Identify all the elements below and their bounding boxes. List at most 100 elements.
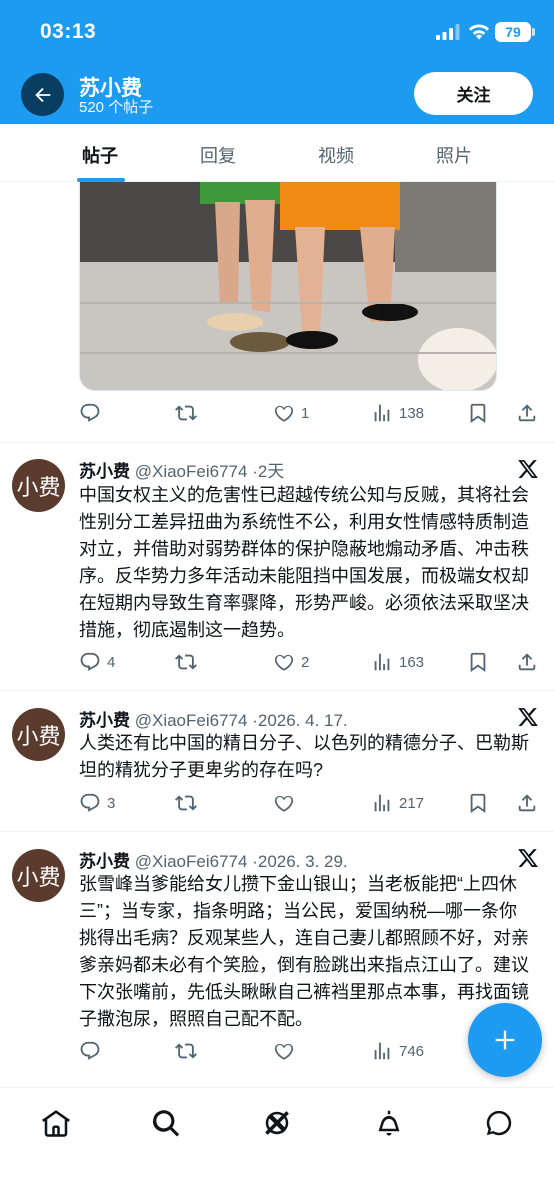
- tab-photos[interactable]: 照片: [436, 142, 472, 168]
- author-name[interactable]: 苏小费: [79, 711, 130, 730]
- repost-icon: [175, 651, 197, 673]
- repost-icon: [175, 402, 197, 424]
- repost-button[interactable]: [175, 1038, 197, 1064]
- post-time: 2026. 3. 29.: [257, 852, 348, 871]
- like-count: 1: [301, 404, 310, 422]
- reply-icon: [79, 792, 101, 814]
- reply-icon: [79, 651, 101, 673]
- status-time: 03:13: [40, 20, 97, 43]
- author-handle[interactable]: @XiaoFei6774: [135, 462, 248, 481]
- bookmark-icon: [467, 402, 489, 424]
- repost-button[interactable]: [175, 649, 197, 675]
- home-icon[interactable]: [41, 1108, 71, 1138]
- search-icon[interactable]: [151, 1108, 181, 1138]
- share-button[interactable]: [516, 790, 538, 816]
- bookmark-button[interactable]: [467, 400, 489, 426]
- bookmark-icon: [467, 651, 489, 673]
- like-button[interactable]: 2: [273, 649, 309, 675]
- post-text: 人类还有比中国的精日分子、以色列的精德分子、巴勒斯坦的精犹分子更卑劣的存在吗?: [79, 733, 529, 780]
- views-button[interactable]: 746: [371, 1038, 424, 1064]
- avatar[interactable]: 小费: [12, 849, 65, 902]
- post-text: 张雪峰当爹能给女儿攒下金山银山；当老板能把“上四休三”；当专家，指条明路；当公民…: [79, 874, 529, 1029]
- views-button[interactable]: 163: [371, 649, 424, 675]
- share-icon: [516, 651, 538, 673]
- divider: [0, 831, 554, 832]
- divider: [0, 690, 554, 691]
- repost-button[interactable]: [175, 790, 197, 816]
- reply-icon: [79, 402, 101, 424]
- share-button[interactable]: [516, 400, 538, 426]
- views-icon: [371, 402, 393, 424]
- compose-plus-icon: [495, 1030, 515, 1050]
- views-button[interactable]: 138: [371, 400, 424, 426]
- repost-icon: [175, 792, 197, 814]
- x-logo-icon: [517, 847, 539, 869]
- like-icon: [273, 792, 295, 814]
- views-button[interactable]: 217: [371, 790, 424, 816]
- x-logo-icon: [517, 458, 539, 480]
- repost-button[interactable]: [175, 400, 197, 426]
- reply-button[interactable]: [79, 400, 101, 426]
- battery-indicator: 79: [495, 22, 535, 42]
- divider: [0, 442, 554, 443]
- views-icon: [371, 792, 393, 814]
- back-arrow-icon: [34, 87, 50, 102]
- notifications-icon[interactable]: [374, 1108, 404, 1138]
- messages-icon[interactable]: [484, 1108, 514, 1138]
- post-header: 苏小费 @XiaoFei6774 ·2天: [79, 457, 284, 482]
- author-handle[interactable]: @XiaoFei6774: [135, 852, 248, 871]
- post-actions: 3 217: [79, 790, 541, 816]
- post-media-image[interactable]: [79, 182, 497, 391]
- follow-button[interactable]: 关注: [414, 72, 533, 115]
- reply-button[interactable]: 3: [79, 790, 115, 816]
- post-time: 2026. 4. 17.: [257, 711, 348, 730]
- bookmark-icon: [467, 792, 489, 814]
- reply-icon: [79, 1040, 101, 1062]
- views-icon: [371, 651, 393, 673]
- views-count: 138: [399, 404, 425, 422]
- share-icon: [516, 402, 538, 424]
- like-icon: [273, 1040, 295, 1062]
- like-button[interactable]: [273, 1038, 295, 1064]
- repost-icon: [175, 1040, 197, 1062]
- post-actions: 4 2 163: [79, 649, 541, 675]
- like-button[interactable]: 1: [273, 400, 309, 426]
- like-icon: [273, 402, 295, 424]
- author-name[interactable]: 苏小费: [79, 462, 130, 481]
- reply-count: 3: [107, 794, 116, 812]
- back-button[interactable]: [21, 73, 64, 116]
- post-header: 苏小费 @XiaoFei6774 ·2026. 4. 17.: [79, 706, 348, 731]
- share-icon: [516, 792, 538, 814]
- bottom-nav: [0, 1087, 554, 1199]
- post-actions: 1 138: [79, 400, 541, 426]
- reply-button[interactable]: [79, 1038, 101, 1064]
- photo-feet-image: [80, 182, 496, 390]
- wifi-icon: [469, 24, 489, 40]
- bookmark-button[interactable]: [467, 649, 489, 675]
- tab-posts[interactable]: 帖子: [82, 142, 118, 168]
- tab-videos[interactable]: 视频: [318, 142, 354, 168]
- reply-count: 4: [107, 653, 116, 671]
- grok-icon[interactable]: [262, 1108, 292, 1138]
- views-count: 746: [399, 1042, 425, 1060]
- bookmark-button[interactable]: [467, 790, 489, 816]
- x-logo-icon: [517, 706, 539, 728]
- like-button[interactable]: [273, 790, 295, 816]
- share-button[interactable]: [516, 649, 538, 675]
- compose-button[interactable]: [468, 1003, 542, 1077]
- post-header: 苏小费 @XiaoFei6774 ·2026. 3. 29.: [79, 847, 348, 872]
- top-bar: 03:13 79 苏小费 520 个帖子 关注: [0, 0, 554, 124]
- tab-replies[interactable]: 回复: [200, 142, 236, 168]
- cellular-signal-icon: [436, 24, 460, 40]
- avatar[interactable]: 小费: [12, 459, 65, 512]
- status-bar: 03:13 79: [0, 0, 554, 64]
- avatar[interactable]: 小费: [12, 708, 65, 761]
- reply-button[interactable]: 4: [79, 649, 115, 675]
- views-count: 217: [399, 794, 425, 812]
- author-name[interactable]: 苏小费: [79, 852, 130, 871]
- post-text: 中国女权主义的危害性已超越传统公知与反贼，其将社会性别分工差异扭曲为系统性不公，…: [79, 485, 529, 640]
- author-handle[interactable]: @XiaoFei6774: [135, 711, 248, 730]
- post-count: 520 个帖子: [79, 99, 154, 116]
- like-count: 2: [301, 653, 310, 671]
- views-count: 163: [399, 653, 425, 671]
